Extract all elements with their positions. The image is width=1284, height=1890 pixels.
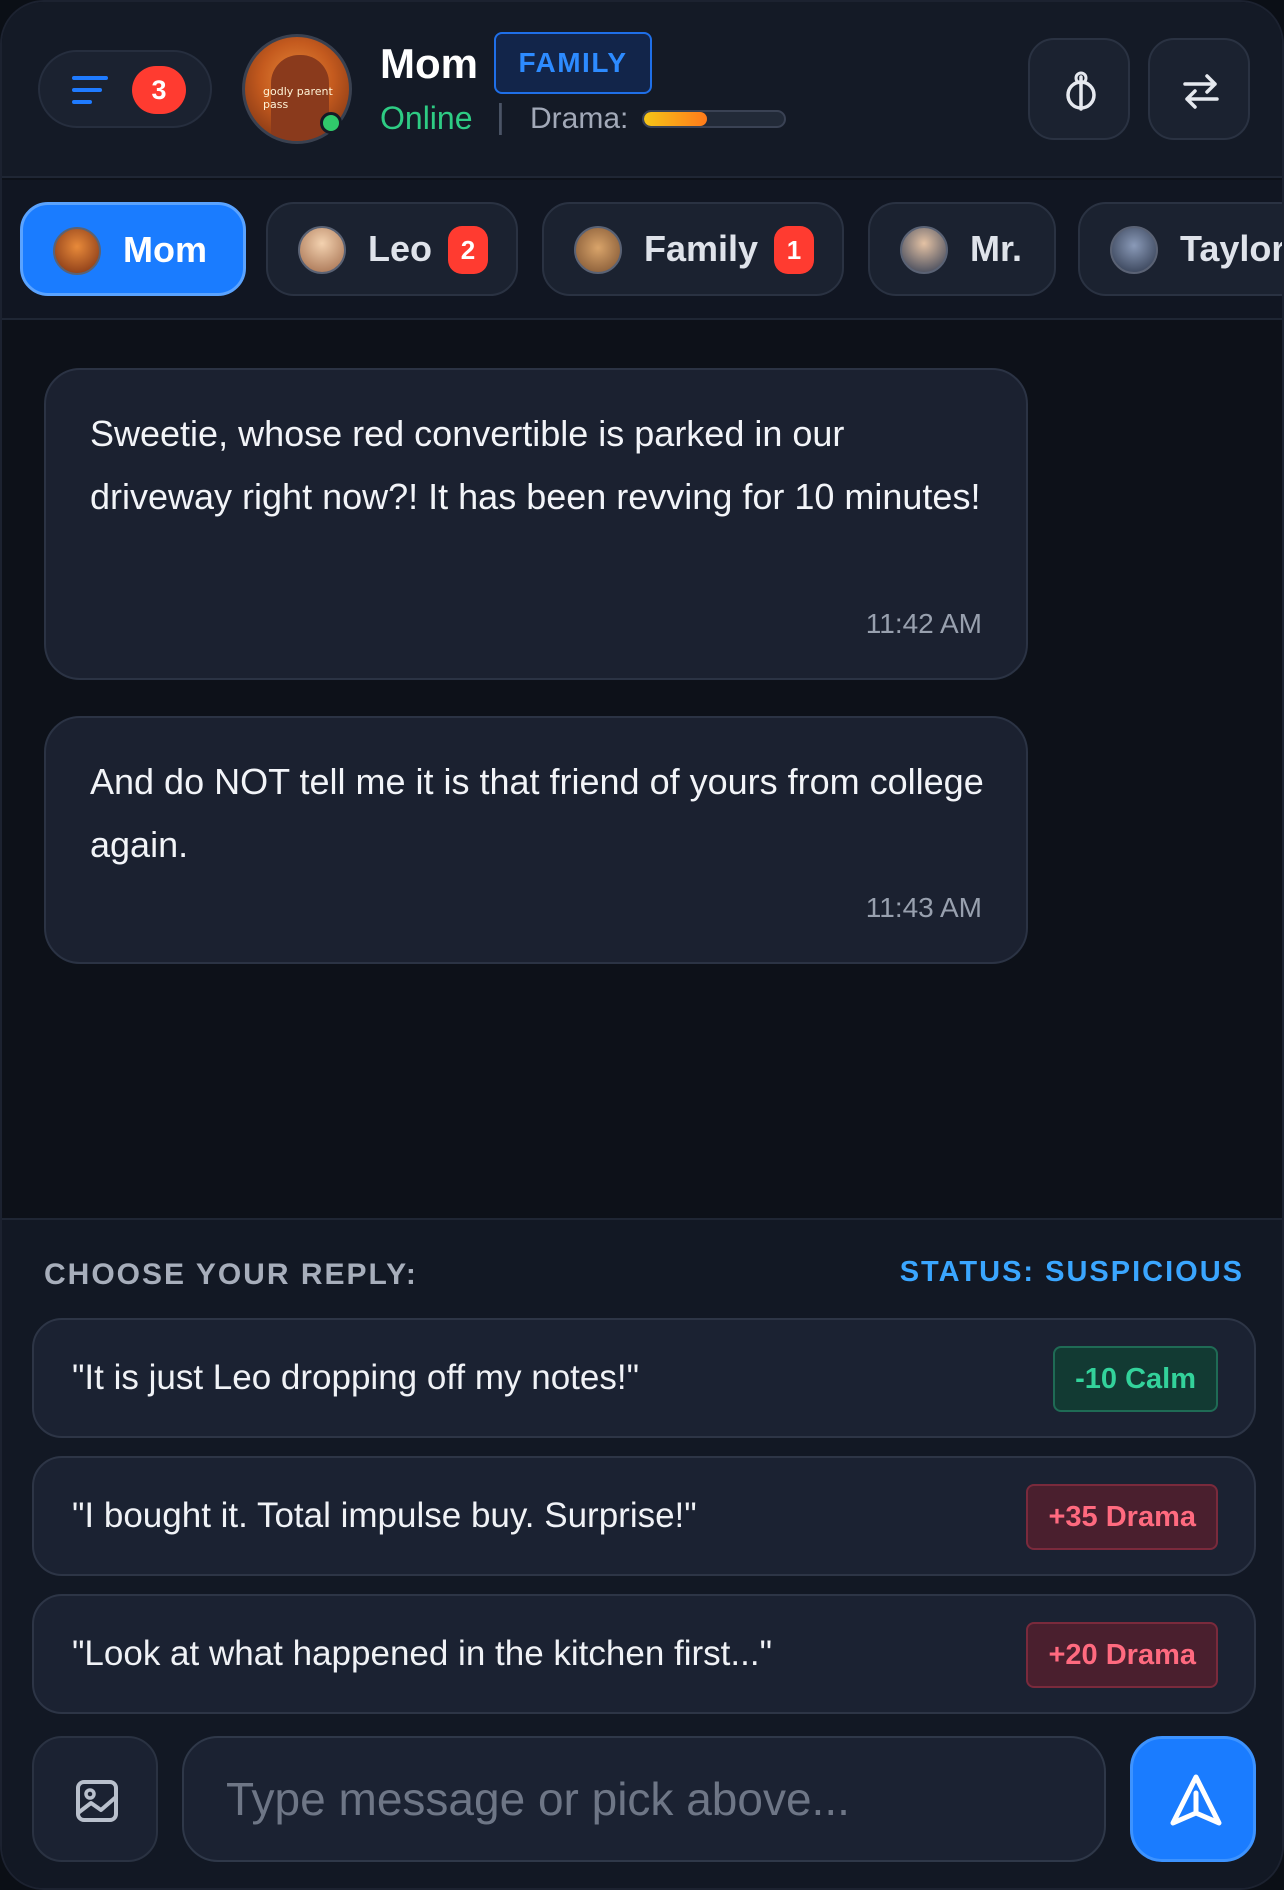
tab-mr[interactable]: Mr. [868, 202, 1056, 296]
menu-icon [72, 74, 112, 108]
message-bubble: Sweetie, whose red convertible is parked… [44, 368, 1028, 680]
relation-tag: FAMILY [494, 32, 652, 94]
swap-button[interactable] [1148, 38, 1250, 140]
status-separator: | [496, 98, 505, 136]
conversation-tabs: Mom Leo 2 Family 1 Mr. Taylor [2, 180, 1284, 320]
drama-meter [642, 110, 786, 128]
reply-option[interactable]: "It is just Leo dropping off my notes!" … [32, 1318, 1256, 1438]
online-indicator [320, 112, 342, 134]
notification-badge: 3 [132, 66, 186, 114]
reply-option[interactable]: "Look at what happened in the kitchen fi… [32, 1594, 1256, 1714]
tab-avatar [53, 227, 101, 275]
tab-label: Taylor [1180, 228, 1284, 269]
choose-reply-label: CHOOSE YOUR REPLY: [44, 1258, 418, 1291]
tab-avatar [1110, 226, 1158, 274]
chat-app: 3 godly parent pass Mom FAMILY Online | … [0, 0, 1284, 1890]
tab-leo[interactable]: Leo 2 [266, 202, 518, 296]
reply-text: "Look at what happened in the kitchen fi… [72, 1634, 772, 1673]
reply-text: "It is just Leo dropping off my notes!" [72, 1358, 640, 1397]
chat-header: 3 godly parent pass Mom FAMILY Online | … [2, 2, 1282, 178]
reply-option[interactable]: "I bought it. Total impulse buy. Surpris… [32, 1456, 1256, 1576]
tab-label: Leo [368, 228, 433, 269]
reply-effect-badge: +20 Drama [1026, 1622, 1218, 1688]
tab-taylor[interactable]: Taylor [1078, 202, 1284, 296]
drama-label: Drama: [530, 102, 629, 135]
tab-avatar [574, 226, 622, 274]
tab-label: Family [644, 228, 759, 269]
message-input[interactable] [182, 1736, 1106, 1862]
avatar-caption: godly parent pass [263, 85, 333, 111]
tab-label: Mr. [970, 228, 1023, 269]
tab-badge: 1 [774, 226, 814, 274]
message-text: And do NOT tell me it is that friend of … [90, 761, 984, 865]
reply-effect-badge: +35 Drama [1026, 1484, 1218, 1550]
message-time: 11:42 AM [865, 608, 982, 639]
message-bubble: And do NOT tell me it is that friend of … [44, 716, 1028, 964]
send-icon [1170, 1774, 1222, 1826]
message-text: Sweetie, whose red convertible is parked… [90, 413, 981, 517]
online-status: Online [380, 100, 473, 136]
reply-effect-badge: -10 Calm [1053, 1346, 1218, 1412]
tab-avatar [298, 226, 346, 274]
ring-button[interactable] [1028, 38, 1130, 140]
reply-text: "I bought it. Total impulse buy. Surpris… [72, 1496, 697, 1535]
menu-button[interactable]: 3 [38, 50, 212, 128]
message-time: 11:43 AM [865, 892, 982, 923]
ring-icon [1066, 71, 1096, 111]
tab-avatar [900, 226, 948, 274]
drama-meter-fill [644, 112, 707, 126]
tab-label: Mom [123, 229, 207, 270]
contact-name: Mom [380, 40, 478, 87]
attach-image-button[interactable] [32, 1736, 158, 1862]
image-icon [76, 1780, 118, 1822]
swap-icon [1183, 74, 1219, 109]
send-button[interactable] [1130, 1736, 1256, 1862]
status-label: STATUS: SUSPICIOUS [899, 1256, 1244, 1288]
tab-family[interactable]: Family 1 [542, 202, 844, 296]
tab-mom[interactable]: Mom [20, 202, 246, 296]
tab-badge: 2 [448, 226, 488, 274]
